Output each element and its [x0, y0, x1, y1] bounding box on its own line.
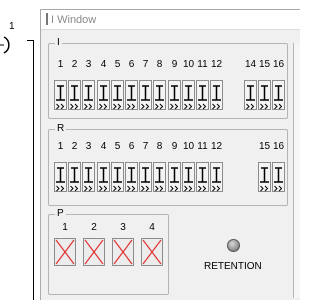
relay-number-1: 1 — [57, 141, 64, 152]
screen: 1 I Window I R P RETENTION 1 2 3 4 5 6 7 8 9 10 11… — [0, 0, 300, 300]
relay-number-10: 10 — [182, 141, 195, 152]
input-switch-12[interactable] — [210, 80, 223, 110]
input-number-11: 11 — [197, 59, 208, 70]
relay-number-4: 4 — [100, 141, 107, 152]
input-switch-10[interactable] — [182, 80, 195, 110]
i-window: I Window I R P RETENTION 1 2 3 4 5 6 7 8 9 10 11 12… — [40, 9, 300, 300]
retention-label: RETENTION — [204, 261, 262, 272]
right-panel — [293, 43, 300, 298]
input-switch-15[interactable] — [258, 80, 271, 110]
relay-number-7: 7 — [142, 141, 149, 152]
input-number-10: 10 — [182, 59, 195, 70]
relay-number-8: 8 — [156, 141, 163, 152]
relay-number-2: 2 — [71, 141, 78, 152]
relay-switch-4[interactable] — [97, 162, 110, 192]
input-number-1: 1 — [57, 59, 64, 70]
relay-number-5: 5 — [114, 141, 121, 152]
p-disabled-2[interactable] — [83, 238, 105, 266]
input-switch-5[interactable] — [111, 80, 124, 110]
relay-switch-11[interactable] — [196, 162, 209, 192]
relay-switch-8[interactable] — [153, 162, 166, 192]
input-switch-16[interactable] — [272, 80, 285, 110]
input-switch-11[interactable] — [196, 80, 209, 110]
relay-number-9: 9 — [171, 141, 178, 152]
input-switch-8[interactable] — [153, 80, 166, 110]
input-switch-2[interactable] — [68, 80, 81, 110]
relay-switch-15[interactable] — [258, 162, 271, 192]
p-number-4: 4 — [149, 222, 155, 233]
window-icon — [46, 13, 48, 25]
group-p-label: P — [55, 208, 66, 219]
input-number-5: 5 — [114, 59, 121, 70]
relay-switch-16[interactable] — [272, 162, 285, 192]
input-switch-3[interactable] — [82, 80, 95, 110]
input-number-3: 3 — [85, 59, 92, 70]
p-number-2: 2 — [91, 222, 97, 233]
p-disabled-1[interactable] — [54, 238, 76, 266]
relay-switch-9[interactable] — [168, 162, 181, 192]
input-number-4: 4 — [100, 59, 107, 70]
input-number-7: 7 — [142, 59, 149, 70]
retention-indicator — [227, 239, 240, 252]
input-number-14: 14 — [244, 59, 257, 70]
input-switch-4[interactable] — [97, 80, 110, 110]
group-r-label: R — [55, 123, 67, 134]
input-number-2: 2 — [71, 59, 78, 70]
input-switch-14[interactable] — [244, 80, 257, 110]
p-number-1: 1 — [62, 222, 68, 233]
relay-number-12: 12 — [210, 141, 223, 152]
relay-number-3: 3 — [85, 141, 92, 152]
relay-number-6: 6 — [128, 141, 135, 152]
relay-switch-2[interactable] — [68, 162, 81, 192]
input-switch-9[interactable] — [168, 80, 181, 110]
p-disabled-4[interactable] — [141, 238, 163, 266]
input-switch-7[interactable] — [139, 80, 152, 110]
input-number-9: 9 — [171, 59, 178, 70]
power-rail — [33, 40, 34, 300]
relay-number-16: 16 — [272, 141, 285, 152]
relay-number-15: 15 — [258, 141, 271, 152]
input-number-6: 6 — [128, 59, 135, 70]
group-i-label: I — [55, 37, 62, 48]
relay-switch-3[interactable] — [82, 162, 95, 192]
input-number-15: 15 — [258, 59, 271, 70]
relay-switch-7[interactable] — [139, 162, 152, 192]
input-switch-6[interactable] — [125, 80, 138, 110]
coil-label: 1 — [9, 21, 15, 32]
input-number-16: 16 — [272, 59, 285, 70]
title-bar[interactable]: I Window — [41, 10, 300, 30]
relay-switch-1[interactable] — [54, 162, 67, 192]
p-number-3: 3 — [120, 222, 126, 233]
input-number-12: 12 — [210, 59, 223, 70]
p-disabled-3[interactable] — [112, 238, 134, 266]
window-title: I Window — [51, 14, 97, 26]
relay-switch-6[interactable] — [125, 162, 138, 192]
input-number-8: 8 — [156, 59, 163, 70]
relay-switch-5[interactable] — [111, 162, 124, 192]
relay-switch-12[interactable] — [210, 162, 223, 192]
input-switch-1[interactable] — [54, 80, 67, 110]
relay-switch-10[interactable] — [182, 162, 195, 192]
relay-number-11: 11 — [197, 141, 208, 152]
coil-icon — [0, 36, 10, 54]
